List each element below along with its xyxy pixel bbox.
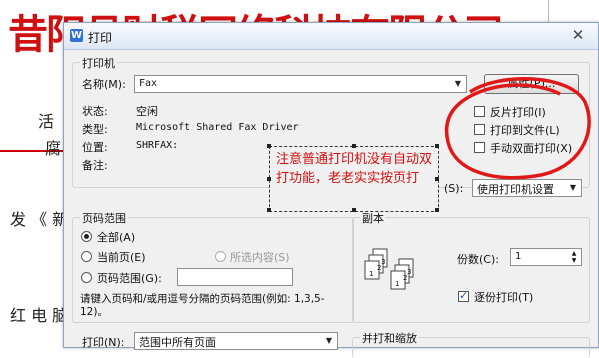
range-pages-input[interactable]	[177, 268, 293, 286]
document-side-char: 活	[38, 112, 55, 131]
close-icon[interactable]: ✕	[566, 27, 590, 44]
type-label: 类型:	[82, 123, 108, 136]
resize-handle[interactable]	[435, 144, 439, 148]
dialog-titlebar[interactable]: W 打印 ✕	[64, 23, 598, 50]
copies-group-label: 副本	[360, 210, 386, 226]
range-current-radio[interactable]	[81, 251, 92, 262]
range-selection-radio[interactable]	[215, 251, 226, 262]
range-selection-label: 所选内容(S)	[230, 251, 290, 264]
svg-text:1: 1	[369, 270, 373, 278]
printer-group-label: 打印机	[80, 55, 117, 71]
print-what-label: 打印(N):	[82, 336, 125, 349]
resize-handle[interactable]	[267, 177, 271, 181]
printer-name-select[interactable]: Fax ▼	[134, 75, 467, 93]
range-hint: 请键入页码和/或用逗号分隔的页码范围(例如: 1,3,5-12)。	[80, 293, 325, 318]
resize-handle[interactable]	[352, 144, 356, 148]
svg-text:2: 2	[377, 264, 381, 272]
svg-text:3: 3	[407, 268, 411, 276]
printer-name-value: Fax	[139, 78, 158, 89]
print-what-value: 范围中所有页面	[139, 336, 216, 349]
document-text-line-1: 发 《 新	[10, 210, 69, 229]
status-value: 空闲	[136, 105, 158, 118]
copies-value: 1	[515, 251, 522, 262]
resize-handle[interactable]	[267, 144, 271, 148]
app-icon: W	[70, 29, 83, 42]
range-all-label: 全部(A)	[97, 231, 136, 244]
range-pages-radio[interactable]	[81, 272, 92, 283]
resize-handle[interactable]	[267, 208, 271, 212]
type-value: Microsoft Shared Fax Driver	[136, 122, 299, 133]
annotation-text: 注意普通打印机没有自动双打功能，老老实实按页打	[276, 152, 433, 186]
location-label: 位置:	[82, 141, 108, 154]
svg-text:1: 1	[395, 280, 399, 288]
range-all-radio[interactable]	[81, 231, 92, 242]
spin-up-icon[interactable]: ▲	[568, 250, 580, 257]
collate-pages-icon: 3 2 1 3 2 1	[364, 248, 414, 290]
copies-input[interactable]: 1 ▲ ▼	[510, 248, 582, 266]
dialog-title: 打印	[88, 31, 113, 45]
comment-label: 备注:	[82, 159, 108, 172]
annotation-box: 注意普通打印机没有自动双打功能，老老实实按页打	[267, 144, 439, 212]
range-pages-label: 页码范围(G):	[97, 272, 162, 285]
svg-text:3: 3	[381, 258, 385, 266]
printer-name-label: 名称(M):	[82, 78, 126, 91]
collate-label: 逐份打印(T)	[474, 291, 534, 304]
print-what-select[interactable]: 范围中所有页面 ▼	[134, 332, 338, 350]
collate-checkbox[interactable]	[458, 289, 469, 302]
status-label: 状态:	[82, 105, 108, 118]
document-text-line-2: 红 电 脑	[10, 306, 69, 325]
svg-text:2: 2	[403, 274, 407, 282]
resize-handle[interactable]	[435, 208, 439, 212]
resize-handle[interactable]	[435, 177, 439, 181]
copies-label: 份数(C):	[457, 253, 499, 266]
dropdown-arrow-icon: ▼	[325, 336, 333, 345]
resize-handle[interactable]	[352, 208, 356, 212]
document-side-char-2: 腐	[45, 139, 62, 158]
highlight-ellipse	[444, 76, 591, 180]
page-range-group-label: 页码范围	[80, 210, 128, 226]
spin-down-icon[interactable]: ▼	[568, 257, 580, 264]
range-current-label: 当前页(E)	[97, 251, 146, 264]
location-value: SHRFAX:	[136, 140, 179, 151]
merge-group-label: 并打和缩放	[360, 330, 419, 346]
